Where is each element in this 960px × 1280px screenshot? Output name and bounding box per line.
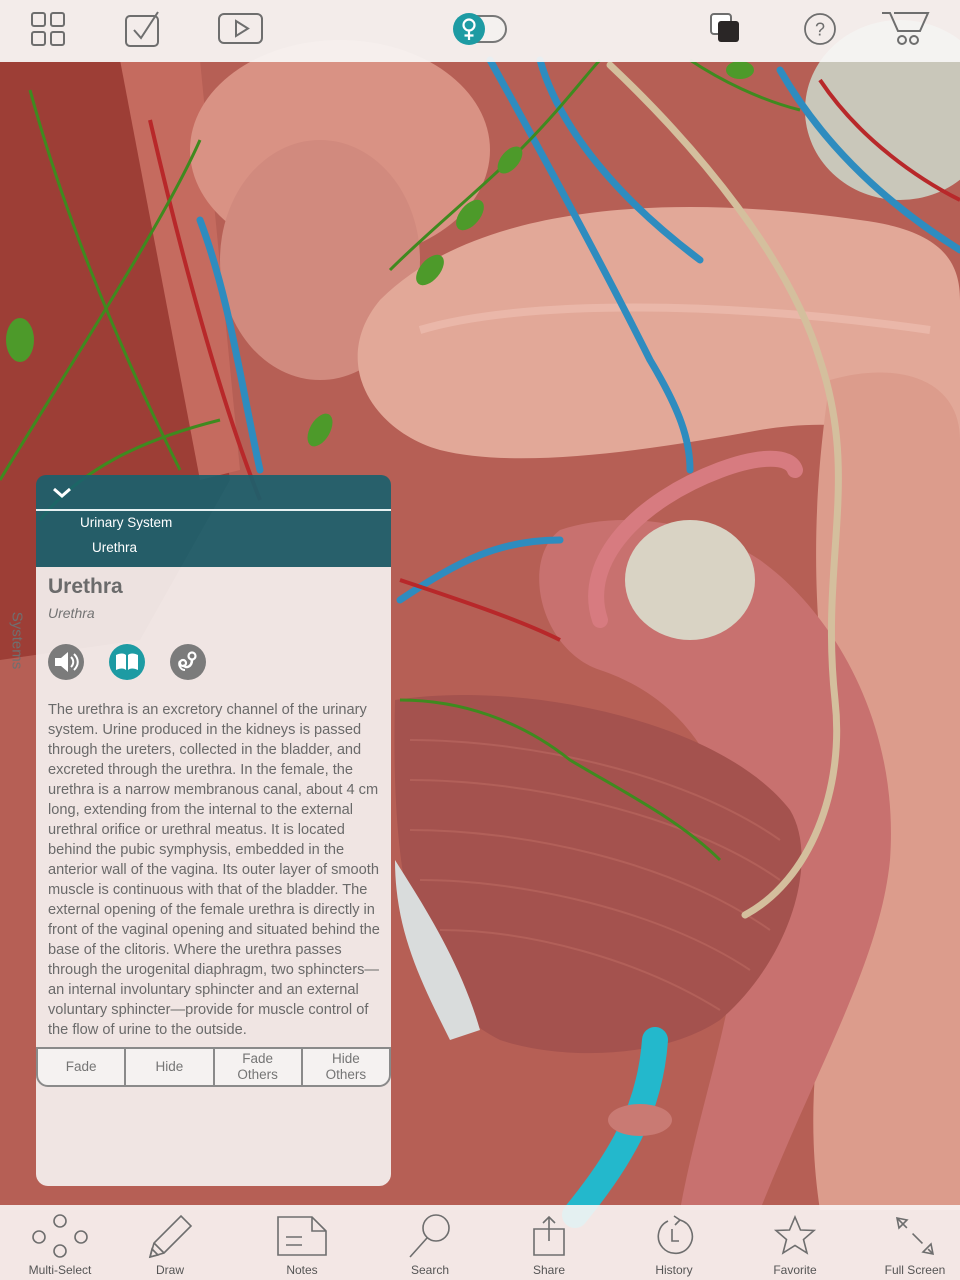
hide-label: Hide bbox=[155, 1059, 184, 1074]
notes-label: Notes bbox=[286, 1263, 318, 1277]
grid-icon bbox=[31, 12, 65, 46]
quiz-button[interactable] bbox=[120, 8, 166, 50]
hide-others-line2: Others bbox=[325, 1067, 367, 1082]
home-grid-button[interactable] bbox=[25, 8, 71, 50]
history-label: History bbox=[655, 1263, 693, 1277]
star-icon bbox=[773, 1215, 817, 1255]
share-icon bbox=[533, 1215, 565, 1256]
structure-description: The urethra is an excretory channel of t… bbox=[48, 702, 380, 1038]
collapse-panel-button[interactable] bbox=[50, 481, 74, 503]
favorite-button[interactable]: Favorite bbox=[745, 1205, 845, 1280]
structure-title: Urethra bbox=[48, 575, 123, 598]
hide-others-line1: Hide bbox=[331, 1051, 360, 1066]
draw-button[interactable]: Draw bbox=[120, 1205, 220, 1280]
header-divider bbox=[36, 509, 391, 511]
chevron-down-icon bbox=[53, 487, 71, 498]
panel-header: Urinary System Urethra bbox=[36, 475, 391, 567]
pencil-icon bbox=[148, 1214, 193, 1259]
stethoscope-icon bbox=[178, 651, 197, 671]
fade-others-line2: Others bbox=[237, 1067, 278, 1082]
multi-select-icon bbox=[32, 1214, 88, 1258]
layers-icon bbox=[710, 13, 739, 42]
clinical-button[interactable] bbox=[170, 644, 206, 680]
multi-select-button[interactable]: Multi-Select bbox=[10, 1205, 110, 1280]
checkbox-icon bbox=[125, 11, 159, 47]
search-label: Search bbox=[410, 1263, 450, 1277]
search-button[interactable]: Search bbox=[380, 1205, 480, 1280]
hide-others-label: Hide Others bbox=[326, 1051, 367, 1083]
history-button[interactable]: History bbox=[624, 1205, 724, 1280]
draw-label: Draw bbox=[155, 1263, 184, 1277]
gender-toggle[interactable] bbox=[452, 8, 510, 50]
store-cart-button[interactable] bbox=[878, 8, 934, 50]
hide-others-button[interactable]: Hide Others bbox=[303, 1049, 389, 1085]
fade-others-button[interactable]: Fade Others bbox=[215, 1049, 303, 1085]
fade-label: Fade bbox=[65, 1059, 97, 1074]
svg-text:?: ? bbox=[815, 20, 825, 40]
favorite-label: Favorite bbox=[773, 1263, 817, 1277]
cart-icon bbox=[882, 12, 930, 45]
fade-others-label: Fade Others bbox=[237, 1051, 278, 1083]
full-screen-button[interactable]: Full Screen bbox=[865, 1205, 960, 1280]
help-button[interactable]: ? bbox=[797, 8, 843, 50]
pronunciation-button[interactable] bbox=[48, 644, 84, 680]
play-icon bbox=[218, 13, 263, 44]
multi-select-label: Multi-Select bbox=[28, 1263, 92, 1277]
structure-latin-name: Urethra bbox=[48, 605, 95, 621]
speaker-icon bbox=[55, 652, 79, 672]
book-icon bbox=[116, 653, 138, 670]
layers-button[interactable] bbox=[702, 8, 748, 50]
fade-others-line1: Fade bbox=[242, 1051, 273, 1066]
help-icon: ? bbox=[804, 13, 836, 45]
panel-body: Urethra Urethra The urethra is an excret… bbox=[36, 567, 391, 1186]
definition-button[interactable] bbox=[109, 644, 145, 680]
female-toggle-icon bbox=[453, 13, 507, 45]
bottom-toolbar: Multi-Select Draw Notes Search Share His… bbox=[0, 1205, 960, 1280]
search-icon bbox=[409, 1214, 450, 1258]
share-label: Share bbox=[532, 1263, 566, 1277]
breadcrumb-system[interactable]: Urinary System bbox=[80, 515, 172, 530]
structure-info-panel: Urinary System Urethra Urethra Urethra T… bbox=[36, 475, 391, 1186]
panel-action-bar: Fade Hide Fade Others Hide Others bbox=[36, 1047, 391, 1087]
top-toolbar: ? bbox=[0, 0, 960, 62]
notes-button[interactable]: Notes bbox=[252, 1205, 352, 1280]
systems-tab-label: Systems bbox=[8, 611, 26, 669]
share-button[interactable]: Share bbox=[499, 1205, 599, 1280]
urethral-sphincter[interactable] bbox=[608, 1104, 672, 1136]
systems-side-tab[interactable]: Systems bbox=[0, 585, 34, 695]
breadcrumb-structure[interactable]: Urethra bbox=[92, 540, 137, 555]
hide-button[interactable]: Hide bbox=[126, 1049, 215, 1085]
animations-button[interactable] bbox=[218, 8, 264, 50]
fullscreen-icon bbox=[895, 1216, 935, 1256]
full-screen-label: Full Screen bbox=[884, 1263, 946, 1277]
fade-button[interactable]: Fade bbox=[38, 1049, 127, 1085]
ovary[interactable] bbox=[625, 520, 755, 640]
note-icon bbox=[277, 1216, 327, 1256]
history-icon bbox=[657, 1215, 694, 1255]
